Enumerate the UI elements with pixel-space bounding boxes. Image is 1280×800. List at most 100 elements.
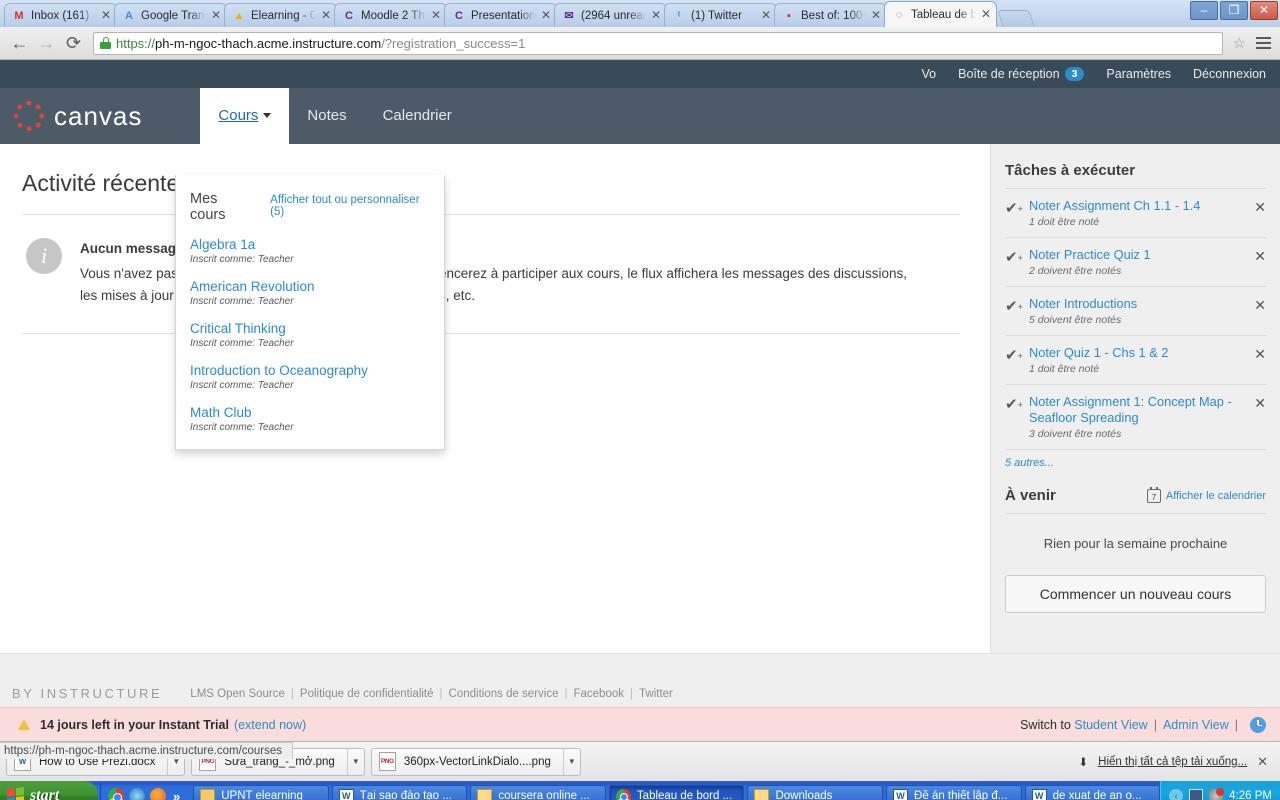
back-icon[interactable]: ← (6, 31, 33, 56)
course-link[interactable]: Algebra 1a (190, 237, 430, 253)
grade-check-icon: ✔+ (1005, 249, 1023, 266)
internet-explorer-icon[interactable] (129, 788, 145, 800)
gmail-icon: M (14, 9, 24, 22)
bookmark-star-icon[interactable]: ☆ (1233, 34, 1246, 52)
taskbar-button[interactable]: Wde xuat de an o... (1024, 784, 1161, 800)
browser-tab[interactable]: ◌ Tableau de bor✕ (884, 1, 997, 27)
tray-clock[interactable]: 4:26 PM (1229, 790, 1272, 800)
tab-close-icon[interactable]: ✕ (320, 9, 332, 22)
new-tab-button[interactable] (997, 10, 1035, 27)
browser-tab[interactable]: ᵗ (1) Twitter ✕ (664, 3, 777, 27)
download-item[interactable]: PNG 360px-VectorLinkDialo....png ▼ (370, 747, 581, 776)
chrome-menu-icon[interactable] (1252, 37, 1274, 49)
download-menu-icon[interactable]: ▼ (562, 748, 580, 775)
url-scheme: https:// (116, 35, 156, 51)
address-bar[interactable]: https://ph-m-ngoc-thach.acme.instructure… (93, 31, 1223, 55)
tab-close-icon[interactable]: ✕ (870, 9, 882, 22)
close-download-shelf-icon[interactable]: ✕ (1257, 754, 1268, 770)
tab-close-icon[interactable]: ✕ (430, 9, 442, 22)
todo-more-link[interactable]: 5 autres... (1005, 450, 1266, 481)
course-menu-item[interactable]: American Revolution Inscrit comme: Teache… (190, 279, 430, 307)
minimize-button[interactable]: – (1190, 1, 1218, 20)
chrome-icon[interactable] (108, 788, 124, 800)
upcoming-title: À venir (1005, 487, 1056, 504)
clock-icon[interactable] (1250, 716, 1266, 733)
browser-tab[interactable]: C Presentation o ✕ (444, 3, 557, 27)
network-icon[interactable] (1189, 789, 1204, 800)
maximize-button[interactable]: ❐ (1220, 1, 1248, 20)
tab-close-icon[interactable]: ✕ (100, 9, 112, 22)
link-status-bubble: https://ph-m-ngoc-thach.acme.instructure… (0, 742, 294, 759)
start-button[interactable]: start (0, 781, 98, 800)
quick-launch-overflow-icon[interactable]: » (173, 789, 180, 800)
reload-icon[interactable]: ⟳ (60, 31, 87, 56)
extend-trial-link[interactable]: (extend now) (234, 718, 306, 732)
inbox-link[interactable]: Boîte de réception 3 (958, 67, 1085, 81)
footer-link[interactable]: LMS Open Source (190, 688, 285, 700)
todo-link[interactable]: Noter Assignment Ch 1.1 - 1.4 (1029, 198, 1250, 214)
firefox-icon[interactable] (150, 788, 166, 800)
footer-link[interactable]: Politique de confidentialité (300, 688, 434, 700)
browser-tab[interactable]: ▪ Best of: 100+ ✕ (774, 3, 887, 27)
todo-content: Noter Assignment 1: Concept Map - Seaflo… (1029, 394, 1250, 440)
admin-view-link[interactable]: Admin View (1163, 718, 1229, 732)
tab-close-icon[interactable]: ✕ (980, 8, 992, 21)
view-calendar-link[interactable]: Afficher le calendrier (1166, 490, 1266, 502)
course-link[interactable]: American Revolution (190, 279, 430, 295)
course-link[interactable]: Introduction to Oceanography (190, 363, 430, 379)
courses-list: Algebra 1a Inscrit comme: Teacher American… (190, 237, 430, 433)
course-link[interactable]: Critical Thinking (190, 321, 430, 337)
taskbar-button[interactable]: Downloads (747, 784, 884, 800)
course-menu-item[interactable]: Introduction to Oceanography Inscrit comm… (190, 363, 430, 391)
browser-tab[interactable]: M Inbox (161) - t ✕ (4, 3, 117, 27)
footer-divider: | (564, 687, 568, 700)
volume-muted-icon[interactable] (1209, 788, 1225, 800)
settings-link[interactable]: Paramètres (1106, 67, 1171, 81)
student-view-link[interactable]: Student View (1074, 718, 1147, 732)
course-link[interactable]: Math Club (190, 405, 430, 421)
tab-close-icon[interactable]: ✕ (650, 9, 662, 22)
tab-close-icon[interactable]: ✕ (210, 9, 222, 22)
download-menu-icon[interactable]: ▼ (346, 748, 364, 775)
customize-courses-link[interactable]: Afficher tout ou personnaliser (5) (270, 194, 430, 218)
user-name-link[interactable]: Vo (922, 67, 937, 81)
start-new-course-button[interactable]: Commencer un nouveau cours (1005, 575, 1266, 613)
taskbar-button[interactable]: coursera online ... (470, 784, 606, 800)
footer-link[interactable]: Conditions de service (449, 688, 559, 700)
browser-tab[interactable]: ▲ Elearning - Goo✕ (224, 3, 337, 27)
close-window-button[interactable]: ✕ (1250, 1, 1278, 20)
windows-flag-icon (7, 786, 24, 800)
dismiss-todo-icon[interactable]: ✕ (1250, 296, 1266, 312)
taskbar-button[interactable]: W Tại sao đào tạo ... (331, 784, 468, 800)
todo-link[interactable]: Noter Quiz 1 - Chs 1 & 2 (1029, 345, 1250, 361)
calendar-icon: 7 (1146, 486, 1161, 503)
dismiss-todo-icon[interactable]: ✕ (1250, 394, 1266, 410)
course-menu-item[interactable]: Critical Thinking Inscrit comme: Teacher (190, 321, 430, 349)
browser-tab[interactable]: ✉ (2964 unread) ✕ (554, 3, 667, 27)
footer-link[interactable]: Twitter (639, 688, 673, 700)
dismiss-todo-icon[interactable]: ✕ (1250, 198, 1266, 214)
browser-tab[interactable]: C Moodle 2 Them✕ (334, 3, 447, 27)
tab-close-icon[interactable]: ✕ (540, 9, 552, 22)
taskbar-button[interactable]: Tableau de bord ... (608, 784, 745, 800)
dismiss-todo-icon[interactable]: ✕ (1250, 345, 1266, 361)
browser-tab[interactable]: A Google Transla✕ (114, 3, 227, 27)
show-all-downloads-link[interactable]: Hiển thị tất cả tệp tải xuống... (1098, 756, 1247, 768)
logout-link[interactable]: Déconnexion (1193, 67, 1266, 81)
course-menu-item[interactable]: Algebra 1a Inscrit comme: Teacher (190, 237, 430, 265)
todo-link[interactable]: Noter Practice Quiz 1 (1029, 247, 1250, 263)
dismiss-todo-icon[interactable]: ✕ (1250, 247, 1266, 263)
tab-close-icon[interactable]: ✕ (760, 9, 772, 22)
taskbar-button[interactable]: UPNT elearning (193, 784, 329, 800)
todo-link[interactable]: Noter Introductions (1029, 296, 1250, 312)
browser-toolbar: ← → ⟳ https://ph-m-ngoc-thach.acme.instr… (0, 27, 1280, 60)
footer-link[interactable]: Facebook (573, 688, 624, 700)
taskbar-button[interactable]: W Đề án thiết lập đ... (886, 784, 1022, 800)
nav-notes[interactable]: Notes (289, 88, 364, 144)
nav-cours[interactable]: Cours (200, 88, 290, 144)
windows-taskbar: start » UPNT elearning W Tại sao đào tạo .… (0, 781, 1280, 800)
todo-link[interactable]: Noter Assignment 1: Concept Map - Seaflo… (1029, 394, 1250, 426)
course-menu-item[interactable]: Math Club Inscrit comme: Teacher (190, 405, 430, 433)
nav-calendrier[interactable]: Calendrier (365, 88, 470, 144)
tray-expand-icon[interactable]: ‹ (1169, 789, 1184, 800)
